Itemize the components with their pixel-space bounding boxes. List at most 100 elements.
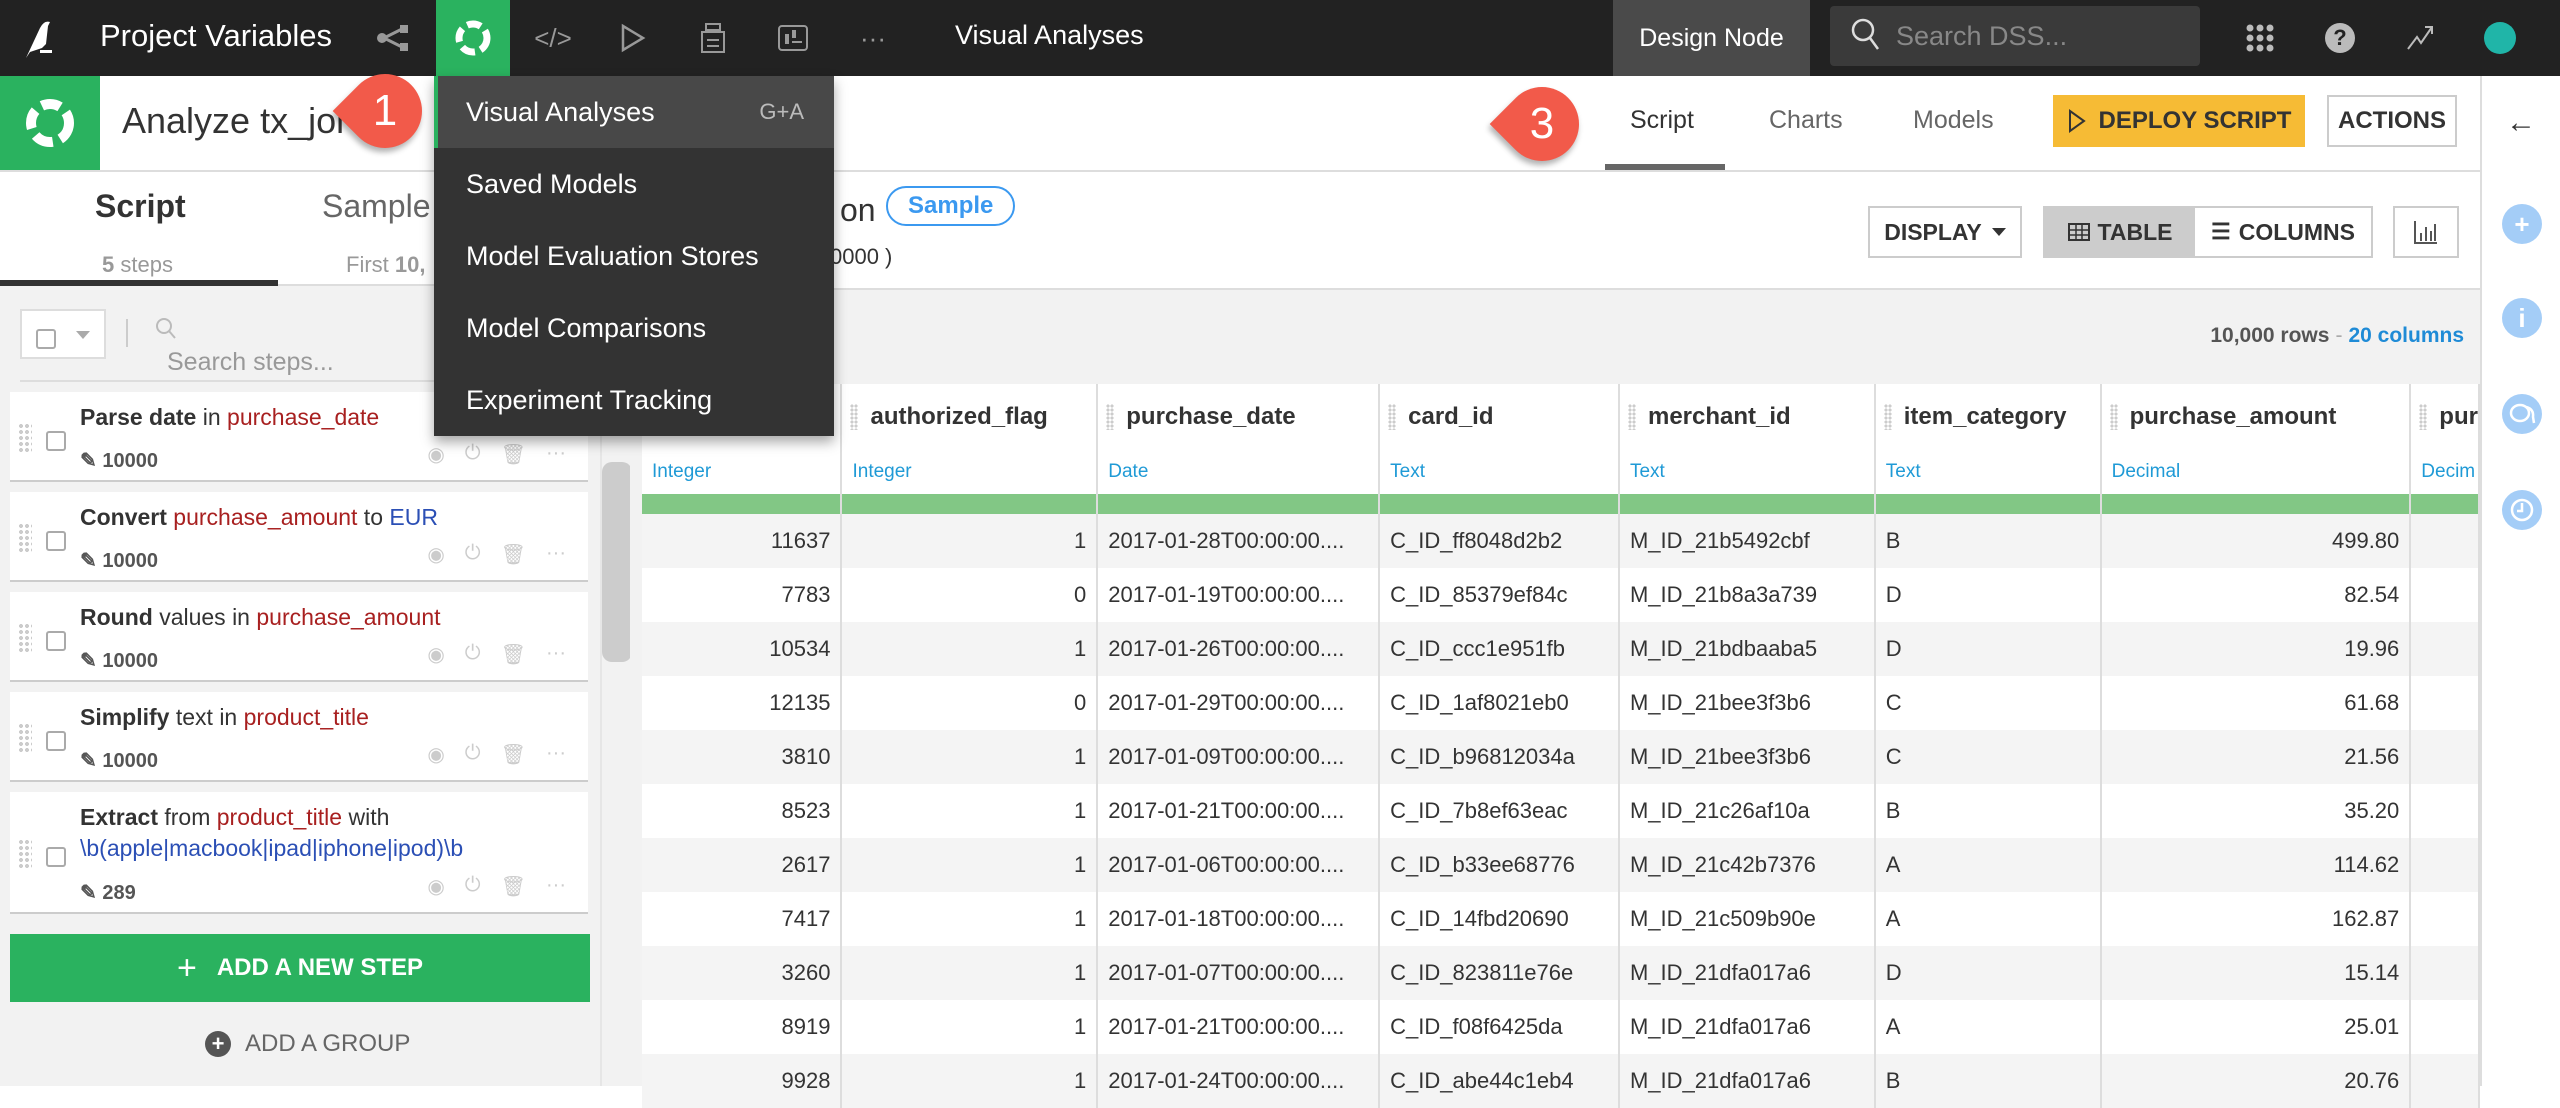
table-cell[interactable]: 82.54: [2100, 568, 2412, 622]
add-icon[interactable]: +: [2502, 204, 2542, 244]
table-cell[interactable]: C_ID_1af8021eb0: [1379, 676, 1620, 730]
table-cell[interactable]: 2017-01-26T00:00:00....: [1097, 622, 1381, 676]
table-cell[interactable]: M_ID_21bdbaaba5: [1618, 622, 1876, 676]
column-drag-handle-icon[interactable]: [2109, 404, 2118, 430]
analysis-icon[interactable]: [436, 0, 510, 76]
table-cell[interactable]: 10534: [642, 622, 843, 676]
column-type[interactable]: Decimal: [2100, 450, 2412, 494]
column-drag-handle-icon[interactable]: [1627, 404, 1636, 430]
more-icon[interactable]: ···: [546, 742, 566, 767]
discussions-icon[interactable]: [2502, 394, 2542, 434]
tab-models[interactable]: Models: [1913, 106, 1994, 135]
validity-bar[interactable]: [1379, 494, 1620, 514]
trash-icon[interactable]: 🗑︎: [501, 542, 526, 567]
drag-handle-icon[interactable]: [18, 623, 32, 653]
table-cell[interactable]: [2410, 514, 2480, 568]
table-cell[interactable]: A: [1874, 1000, 2102, 1054]
global-search-input[interactable]: [1896, 20, 2176, 52]
dataiku-bird-logo-icon[interactable]: [18, 14, 66, 62]
table-cell[interactable]: [2410, 946, 2480, 1000]
table-cell[interactable]: [2410, 838, 2480, 892]
table-cell[interactable]: B: [1874, 514, 2102, 568]
add-new-step-button[interactable]: + ADD A NEW STEP: [10, 934, 590, 1002]
search-steps-input[interactable]: [167, 348, 467, 377]
validity-bar[interactable]: [841, 494, 1099, 514]
drag-handle-icon[interactable]: [18, 523, 32, 553]
eye-icon[interactable]: ◉: [427, 742, 444, 767]
code-icon[interactable]: </>: [516, 0, 590, 76]
eye-icon[interactable]: ◉: [427, 542, 444, 567]
table-cell[interactable]: M_ID_21dfa017a6: [1618, 1000, 1876, 1054]
column-header[interactable]: authorized_flag: [841, 384, 1099, 450]
table-cell[interactable]: 2017-01-29T00:00:00....: [1097, 676, 1381, 730]
table-cell[interactable]: D: [1874, 622, 2102, 676]
eye-icon[interactable]: ◉: [427, 642, 444, 667]
table-cell[interactable]: 162.87: [2100, 892, 2412, 946]
table-cell[interactable]: 35.20: [2100, 784, 2412, 838]
add-group-button[interactable]: + ADD A GROUP: [205, 1030, 410, 1058]
splitter-drag-handle[interactable]: [602, 462, 632, 662]
column-drag-handle-icon[interactable]: [1106, 404, 1115, 430]
more-icon[interactable]: ···: [546, 874, 566, 899]
table-cell[interactable]: M_ID_21b8a3a739: [1618, 568, 1876, 622]
power-toggle-icon[interactable]: ⏻: [465, 742, 481, 767]
table-cell[interactable]: [2410, 568, 2480, 622]
eye-icon[interactable]: ◉: [427, 874, 444, 899]
search-steps[interactable]: [155, 317, 467, 377]
table-cell[interactable]: 2017-01-21T00:00:00....: [1097, 1000, 1381, 1054]
table-cell[interactable]: 25.01: [2100, 1000, 2412, 1054]
table-cell[interactable]: 21.56: [2100, 730, 2412, 784]
table-cell[interactable]: 2617: [642, 838, 843, 892]
column-type[interactable]: Integer: [841, 450, 1099, 494]
table-cell[interactable]: M_ID_21c42b7376: [1618, 838, 1876, 892]
drag-handle-icon[interactable]: [18, 423, 32, 453]
column-count-link[interactable]: 20 columns: [2348, 324, 2464, 347]
power-toggle-icon[interactable]: ⏻: [465, 642, 481, 667]
table-cell[interactable]: 114.62: [2100, 838, 2412, 892]
dashboard-icon[interactable]: [756, 0, 830, 76]
validity-bar[interactable]: [1874, 494, 2102, 514]
help-icon[interactable]: ?: [2318, 16, 2362, 60]
tab-charts[interactable]: Charts: [1769, 106, 1843, 135]
menu-item-visual-analyses[interactable]: Visual Analyses G+A: [434, 76, 834, 148]
table-cell[interactable]: [2410, 1054, 2480, 1108]
table-cell[interactable]: D: [1874, 946, 2102, 1000]
script-step[interactable]: Simplify text in product_title ✎ 10000 ◉ ⏻ 🗑…: [10, 692, 588, 782]
script-step[interactable]: Extract from product_title with \b(apple…: [10, 792, 588, 914]
sample-badge[interactable]: Sample: [886, 186, 1016, 226]
table-cell[interactable]: 11637: [642, 514, 843, 568]
flow-icon[interactable]: [356, 0, 430, 76]
column-header[interactable]: pur: [2410, 384, 2480, 450]
script-step[interactable]: Convert purchase_amount to EUR ✎ 10000 ◉ ⏻ 🗑…: [10, 492, 588, 582]
menu-item-model-comparisons[interactable]: Model Comparisons: [434, 292, 834, 364]
display-dropdown[interactable]: DISPLAY: [1868, 206, 2022, 258]
menu-item-experiment-tracking[interactable]: Experiment Tracking: [434, 364, 834, 436]
project-name[interactable]: Project Variables: [100, 18, 332, 54]
table-cell[interactable]: M_ID_21b5492cbf: [1618, 514, 1876, 568]
column-type[interactable]: Date: [1097, 450, 1381, 494]
more-icon[interactable]: ···: [546, 442, 566, 467]
column-header[interactable]: purchase_date: [1097, 384, 1381, 450]
table-cell[interactable]: 20.76: [2100, 1054, 2412, 1108]
table-cell[interactable]: 1: [841, 730, 1099, 784]
table-cell[interactable]: C_ID_85379ef84c: [1379, 568, 1620, 622]
column-type[interactable]: Text: [1618, 450, 1876, 494]
table-cell[interactable]: C_ID_14fbd20690: [1379, 892, 1620, 946]
table-cell[interactable]: M_ID_21dfa017a6: [1618, 1054, 1876, 1108]
table-cell[interactable]: 1: [841, 514, 1099, 568]
table-cell[interactable]: B: [1874, 1054, 2102, 1108]
step-checkbox[interactable]: [46, 847, 66, 867]
trash-icon[interactable]: 🗑︎: [501, 442, 526, 467]
column-header[interactable]: purchase_amount: [2100, 384, 2412, 450]
column-header[interactable]: item_category: [1874, 384, 2102, 450]
column-type[interactable]: Integer: [642, 450, 843, 494]
table-cell[interactable]: A: [1874, 892, 2102, 946]
column-drag-handle-icon[interactable]: [850, 404, 859, 430]
menu-item-model-evaluation-stores[interactable]: Model Evaluation Stores: [434, 220, 834, 292]
power-toggle-icon[interactable]: ⏻: [465, 542, 481, 567]
table-cell[interactable]: [2410, 784, 2480, 838]
more-icon[interactable]: ···: [546, 542, 566, 567]
table-cell[interactable]: A: [1874, 838, 2102, 892]
column-header[interactable]: card_id: [1379, 384, 1620, 450]
table-cell[interactable]: 2017-01-24T00:00:00....: [1097, 1054, 1381, 1108]
